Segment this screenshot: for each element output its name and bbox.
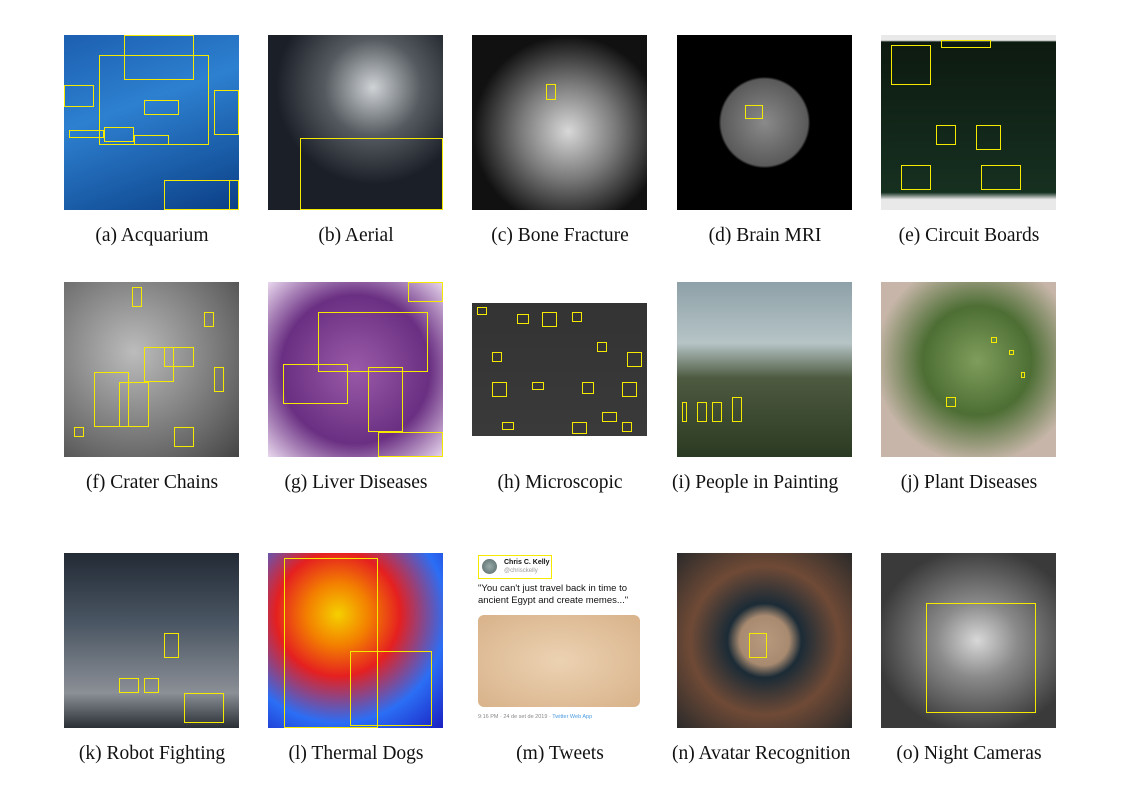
bounding-box (132, 287, 142, 307)
panel-image-4 (677, 35, 852, 210)
bounding-box (926, 603, 1036, 713)
panel-image-5 (881, 35, 1056, 210)
panel-caption: (j) Plant Diseases (900, 472, 1038, 493)
bounding-box (941, 40, 991, 48)
bounding-box (214, 367, 224, 392)
panel-caption: (m) Tweets (516, 743, 604, 764)
bounding-box (144, 678, 159, 693)
bounding-box (582, 382, 594, 394)
bounding-box (602, 412, 617, 422)
bounding-box (408, 282, 443, 302)
bounding-box (184, 693, 224, 723)
tweet-handle: @chrisckelly (504, 568, 538, 574)
bounding-box (74, 427, 84, 437)
bounding-box (749, 633, 767, 658)
bounding-box (532, 382, 544, 390)
bounding-box (119, 678, 139, 693)
bounding-box (572, 422, 587, 434)
tweet-image (478, 615, 640, 707)
bounding-box (622, 422, 632, 432)
panel-caption: (i) People in Paint­ing (672, 472, 839, 493)
bounding-box (901, 165, 931, 190)
bounding-box (104, 127, 134, 142)
tweet-source: Twitter Web App (552, 714, 593, 720)
bounding-box (936, 125, 956, 145)
panel-image-10 (881, 282, 1056, 457)
tweet-text: "You can't just travel back in time to a… (478, 583, 629, 606)
panel-image-12 (268, 553, 443, 728)
bounding-box (502, 422, 514, 430)
panel-image-2 (268, 35, 443, 210)
bounding-box (517, 314, 529, 324)
bounding-box (144, 100, 179, 115)
panel-image-6 (64, 282, 239, 457)
bounding-box (622, 382, 637, 397)
bounding-box (745, 105, 763, 119)
bounding-box (69, 130, 104, 138)
bounding-box (981, 165, 1021, 190)
panel-caption: (k) Robot Fighting (78, 743, 226, 764)
bounding-box (712, 402, 722, 422)
panel-image-3 (472, 35, 647, 210)
bounding-box (64, 85, 94, 107)
bounding-box (134, 135, 169, 145)
tweet-time: 9:16 PM · 24 de set de 2019 · (478, 714, 553, 720)
bounding-box (350, 651, 432, 726)
panel-caption: (e) Circuit Boards (898, 225, 1040, 246)
bounding-box (946, 397, 956, 407)
bounding-box (546, 84, 556, 100)
bounding-box (119, 382, 149, 427)
bounding-box (164, 347, 194, 367)
bounding-box (214, 90, 239, 135)
bounding-box (174, 427, 194, 447)
panel-image-7 (268, 282, 443, 457)
bounding-box (283, 364, 348, 404)
bounding-box (1021, 372, 1025, 378)
bounding-box (492, 382, 507, 397)
panel-caption: (c) Bone Fracture (491, 225, 629, 246)
bounding-box (732, 397, 742, 422)
bounding-box (627, 352, 642, 367)
tweet-header-box: Chris C. Kelly @chrisckelly (478, 555, 552, 579)
panel-image-11 (64, 553, 239, 728)
panel-caption: (d) Brain MRI (708, 225, 822, 246)
panel-caption: (n) Avatar Recogni­tion (672, 743, 851, 764)
bounding-box (976, 125, 1001, 150)
bounding-box (164, 180, 239, 210)
bounding-box (492, 352, 502, 362)
panel-caption: (h) Microscopic (497, 472, 623, 493)
bounding-box (597, 342, 607, 352)
panel-caption: (l) Thermal Dogs (288, 743, 424, 764)
panel-caption: (b) Aerial (318, 225, 394, 246)
panel-image-9 (677, 282, 852, 457)
bounding-box (378, 432, 443, 457)
bounding-box (164, 633, 179, 658)
panel-caption: (a) Acquarium (95, 225, 209, 246)
panel-caption: (g) Liver Diseases (284, 472, 428, 493)
tweet-author-name: Chris C. Kelly (504, 559, 550, 566)
panel-image-13: Chris C. Kelly @chrisckelly "You can't j… (472, 553, 647, 728)
bounding-box (572, 312, 582, 322)
panel-image-1 (64, 35, 239, 210)
bounding-box (1009, 350, 1014, 355)
bounding-box (991, 337, 997, 343)
bounding-box (682, 402, 687, 422)
bounding-box (477, 307, 487, 315)
bounding-box (542, 312, 557, 327)
avatar (482, 559, 497, 574)
bounding-box (891, 45, 931, 85)
bounding-box (368, 367, 403, 432)
panel-image-14 (677, 553, 852, 728)
bounding-box (204, 312, 214, 327)
panel-caption: (f) Crater Chains (85, 472, 219, 493)
bounding-box (318, 312, 428, 372)
bounding-box (697, 402, 707, 422)
panel-caption: (o) Night Cameras (896, 743, 1042, 764)
panel-image-8 (472, 282, 647, 457)
tweet-footer: 9:16 PM · 24 de set de 2019 · Twitter We… (478, 714, 592, 720)
bounding-box (300, 138, 443, 210)
panel-image-15 (881, 553, 1056, 728)
